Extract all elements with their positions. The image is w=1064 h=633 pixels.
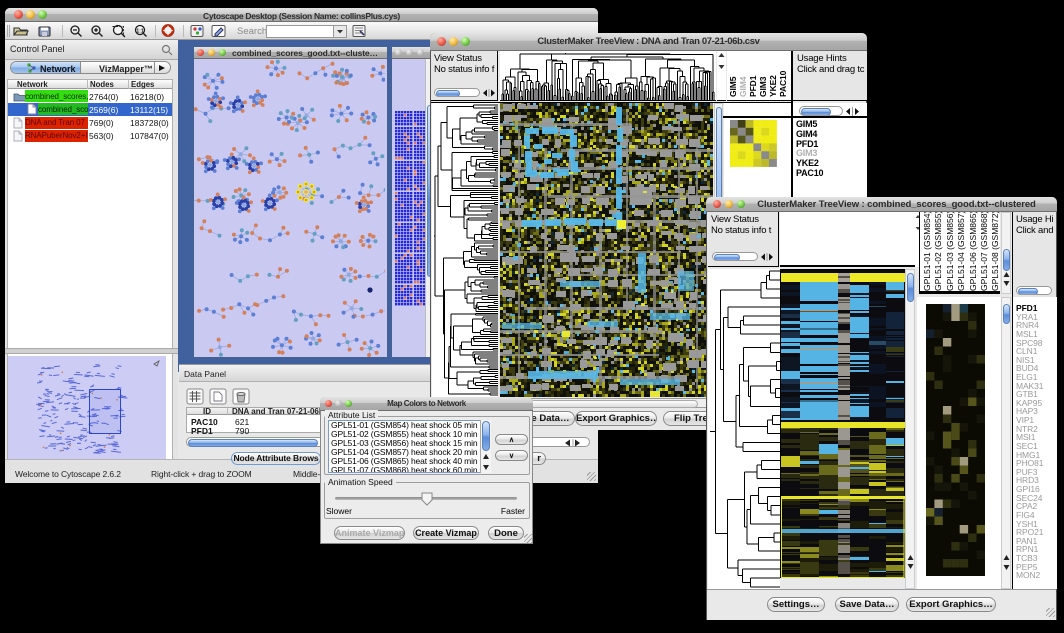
svg-text:1:1: 1:1	[136, 29, 143, 35]
svg-text:Search:: Search:	[237, 26, 270, 37]
